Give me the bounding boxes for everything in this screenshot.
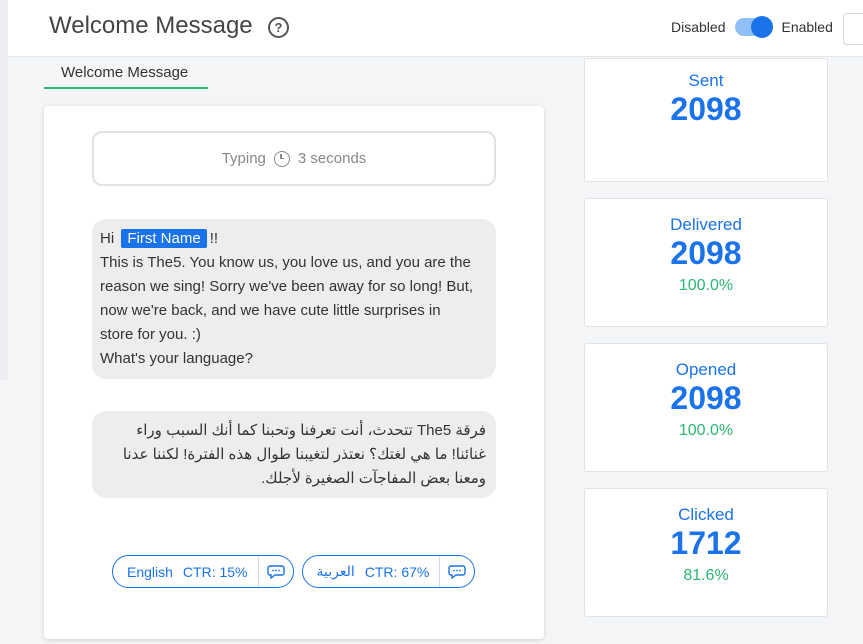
tab-welcome-message[interactable]: Welcome Message xyxy=(44,58,208,89)
stat-percent: 100.0% xyxy=(678,277,734,294)
toggle-knob xyxy=(751,16,774,38)
quick-reply-english[interactable]: English CTR: 15% xyxy=(112,555,294,588)
clock-icon xyxy=(273,150,290,167)
chat-bubble-icon[interactable] xyxy=(259,564,293,580)
message-preview-card: Typing 3 seconds Hi First Name!! This is… xyxy=(44,106,544,639)
page-title: Welcome Message xyxy=(49,12,253,39)
arabic-message-bubble: فرقة The5 تتحدث، أنت تعرفنا وتحبنا كما أ… xyxy=(92,411,496,498)
greeting-line: Hi First Name!! xyxy=(100,227,488,251)
stat-value: 2098 xyxy=(670,91,742,127)
greeting-suffix: !! xyxy=(209,230,219,247)
stat-label: Delivered xyxy=(670,215,742,234)
disabled-label: Disabled xyxy=(671,19,726,35)
stat-card-clicked: Clicked 1712 81.6% xyxy=(584,488,828,617)
quick-reply-ctr: CTR: 15% xyxy=(182,563,248,580)
arabic-line: فرقة The5 تتحدث، أنت تعرفنا وتحبنا كما أ… xyxy=(136,422,486,439)
chat-bubble-icon[interactable] xyxy=(440,564,474,580)
stat-label: Opened xyxy=(675,360,737,379)
question-circle-icon[interactable]: ? xyxy=(268,17,289,38)
message-line: This is The5. You know us, you love us, … xyxy=(100,254,471,271)
top-right-button[interactable] xyxy=(843,13,863,45)
stat-value: 1712 xyxy=(670,525,742,561)
quick-reply-label: English xyxy=(127,563,173,580)
quick-reply-label-group: English CTR: 15% xyxy=(113,556,259,587)
quick-replies: English CTR: 15% العربية CTR: 67% xyxy=(112,555,483,588)
message-line: reason we sing! Sorry we've been away fo… xyxy=(100,278,474,295)
stat-card-delivered: Delivered 2098 100.0% xyxy=(584,198,828,327)
stat-label: Clicked xyxy=(678,505,734,524)
stat-card-sent: Sent 2098 xyxy=(584,58,828,182)
stat-percent: 100.0% xyxy=(678,422,734,439)
enable-toggle[interactable] xyxy=(735,16,774,38)
message-line: now we're back, and we have cute little … xyxy=(100,302,441,319)
arabic-line: ومعنا بعض المفاجآت الصغيرة لأجلك. xyxy=(261,470,486,487)
stat-value: 2098 xyxy=(670,380,742,416)
quick-reply-arabic[interactable]: العربية CTR: 67% xyxy=(301,555,476,588)
enable-toggle-group: Disabled Enabled xyxy=(671,16,833,38)
english-message-bubble: Hi First Name!! This is The5. You know u… xyxy=(92,219,496,379)
left-strip xyxy=(0,0,8,380)
typing-indicator: Typing 3 seconds xyxy=(92,131,496,186)
arabic-line: غنائنا! ما هي لغتك؟ نعتذر لتغيبنا طوال ه… xyxy=(122,446,486,463)
message-line: store for you. :) xyxy=(100,326,201,343)
message-line: What's your language? xyxy=(100,350,253,367)
quick-reply-ctr: CTR: 67% xyxy=(364,563,430,580)
typing-duration: 3 seconds xyxy=(297,150,367,167)
quick-reply-label-group: العربية CTR: 67% xyxy=(303,556,441,587)
stat-label: Sent xyxy=(688,71,724,90)
first-name-placeholder: First Name xyxy=(121,229,207,248)
stat-card-opened: Opened 2098 100.0% xyxy=(584,343,828,472)
stat-value: 2098 xyxy=(670,235,742,271)
greeting-text: Hi xyxy=(100,230,115,247)
quick-reply-label: العربية xyxy=(316,563,355,579)
stat-percent: 81.6% xyxy=(683,567,729,584)
typing-label: Typing xyxy=(221,150,266,167)
enabled-label: Enabled xyxy=(781,19,833,35)
